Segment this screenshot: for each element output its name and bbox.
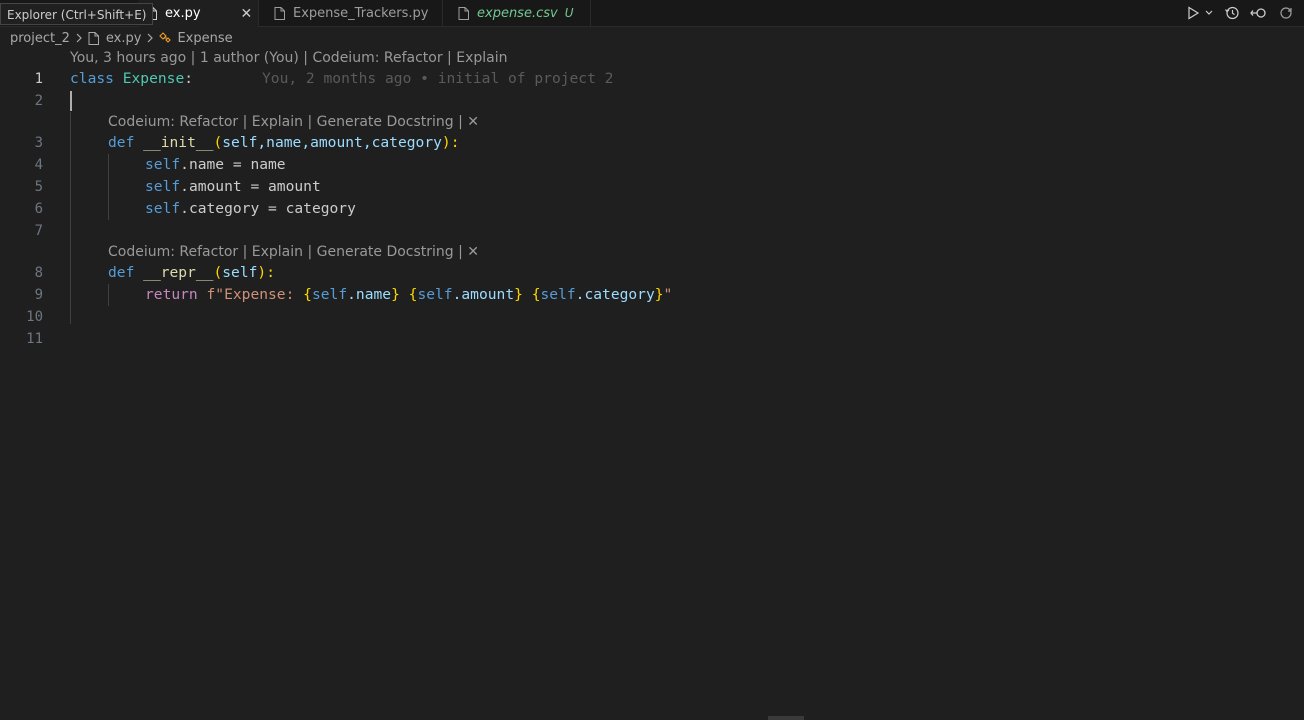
close-paren: ):: [257, 264, 275, 281]
class-name: Expense: [122, 70, 185, 87]
editor-actions: [1186, 0, 1294, 26]
line-number: 3: [34, 135, 43, 151]
breadcrumb-symbol[interactable]: Expense: [177, 31, 232, 46]
line-number: 7: [34, 223, 43, 239]
colon: :: [184, 70, 194, 87]
tab-label: Expense_Trackers.py: [293, 5, 429, 21]
self-keyword: self: [540, 286, 576, 303]
untracked-badge: U: [564, 6, 574, 20]
line-number: 1: [34, 71, 43, 87]
chevron-down-icon[interactable]: [1204, 6, 1214, 20]
line-number: 5: [34, 179, 43, 195]
tab-bar: Explorer (Ctrl+Shift+E) ex.py ✕ Expense_…: [0, 0, 1304, 27]
code-text: class Expense:: [70, 68, 193, 90]
line-number: 10: [26, 309, 43, 325]
chevron-right-icon: [76, 33, 82, 43]
brace: }: [391, 286, 400, 303]
self-keyword: self: [145, 178, 181, 195]
line-number: 8: [34, 265, 43, 281]
function-name: __init__: [143, 134, 214, 151]
attr: .category: [575, 286, 655, 303]
line-number: 4: [34, 157, 43, 173]
tab-ex-py[interactable]: ex.py ✕: [138, 0, 258, 27]
code-text: def __repr__(self):: [108, 264, 275, 281]
brace: }: [514, 286, 523, 303]
code-line: 11: [0, 328, 1304, 350]
file-icon: [88, 31, 99, 45]
line-number: 2: [34, 93, 43, 109]
code-text: self.name = name: [145, 154, 286, 176]
keyword-return: return: [145, 286, 198, 303]
indent-guide: [70, 112, 71, 324]
codelens-repr[interactable]: Codeium: Refactor | Explain | Generate D…: [108, 244, 479, 260]
line-number: 11: [26, 331, 43, 347]
fstring-start: f"Expense:: [206, 286, 304, 303]
tab-separator: [258, 0, 259, 26]
indent-guide: [108, 284, 109, 306]
class-symbol-icon: [159, 32, 172, 43]
code-line: 9 return f"Expense: {self.name} {self.am…: [0, 284, 1304, 306]
tab-label: ex.py: [165, 6, 201, 21]
brace: {: [531, 286, 541, 303]
tab-expense-csv[interactable]: expense.csv U: [450, 0, 590, 26]
keyword-def: def: [108, 134, 135, 151]
attr: .name: [347, 286, 392, 303]
indent-guide: [108, 154, 109, 220]
file-icon: [458, 6, 469, 20]
keyword-class: class: [70, 70, 114, 87]
brace: {: [303, 286, 312, 303]
line-number: 9: [34, 287, 43, 303]
code-text: return f"Expense: {self.name} {self.amou…: [145, 284, 672, 306]
line-number: 6: [34, 201, 43, 217]
inline-blame: You, 2 months ago • initial of project 2: [262, 70, 614, 87]
code-text: self.category = category: [145, 198, 356, 220]
code-text: def __init__(self,name,amount,category):: [108, 134, 460, 151]
compare-changes-icon[interactable]: [1250, 5, 1268, 21]
assignment: .amount = amount: [180, 178, 321, 195]
keyword-def: def: [108, 264, 135, 281]
revert-icon[interactable]: [1278, 5, 1294, 21]
brace: }: [654, 286, 664, 303]
panel-resize-handle[interactable]: [768, 716, 804, 720]
close-paren: ):: [441, 134, 460, 151]
code-line: 1 class Expense: You, 2 months ago • ini…: [0, 68, 1304, 90]
assignment: .name = name: [180, 156, 286, 173]
params: self,name,amount,category: [222, 134, 442, 151]
code-line: 6 self.category = category: [0, 198, 1304, 220]
code-line: 5 self.amount = amount: [0, 176, 1304, 198]
tab-separator: [590, 0, 591, 26]
function-name: __repr__: [143, 264, 214, 281]
code-line: 7: [0, 220, 1304, 242]
explorer-tooltip: Explorer (Ctrl+Shift+E): [0, 3, 154, 25]
assignment: .category = category: [180, 200, 356, 217]
breadcrumb-folder[interactable]: project_2: [10, 31, 70, 46]
code-line: 2: [0, 90, 1304, 112]
code-text: self.amount = amount: [145, 176, 321, 198]
breadcrumb: project_2 ex.py Expense: [10, 28, 233, 48]
fstring-end: ": [663, 286, 673, 303]
chevron-right-icon: [148, 33, 154, 43]
tab-separator: [442, 0, 443, 26]
params: self: [222, 264, 258, 281]
attr: .amount: [452, 286, 515, 303]
self-keyword: self: [311, 286, 348, 303]
close-icon[interactable]: ✕: [241, 6, 253, 22]
run-icon[interactable]: [1186, 6, 1200, 20]
file-icon: [274, 6, 285, 20]
code-line: 3 def __init__(self,name,amount,category…: [0, 132, 1304, 154]
self-keyword: self: [417, 286, 453, 303]
self-keyword: self: [145, 156, 181, 173]
codelens-blame[interactable]: You, 3 hours ago | 1 author (You) | Code…: [70, 50, 507, 66]
code-line: 10: [0, 306, 1304, 328]
tab-expense-trackers[interactable]: Expense_Trackers.py: [266, 0, 442, 26]
code-line: 8 def __repr__(self):: [0, 262, 1304, 284]
breadcrumb-file[interactable]: ex.py: [106, 31, 142, 46]
text-cursor: [70, 91, 72, 111]
self-keyword: self: [145, 200, 181, 217]
tab-label: expense.csv: [477, 5, 558, 21]
codelens-init[interactable]: Codeium: Refactor | Explain | Generate D…: [108, 114, 479, 130]
code-line: 4 self.name = name: [0, 154, 1304, 176]
timeline-icon[interactable]: [1224, 5, 1240, 21]
